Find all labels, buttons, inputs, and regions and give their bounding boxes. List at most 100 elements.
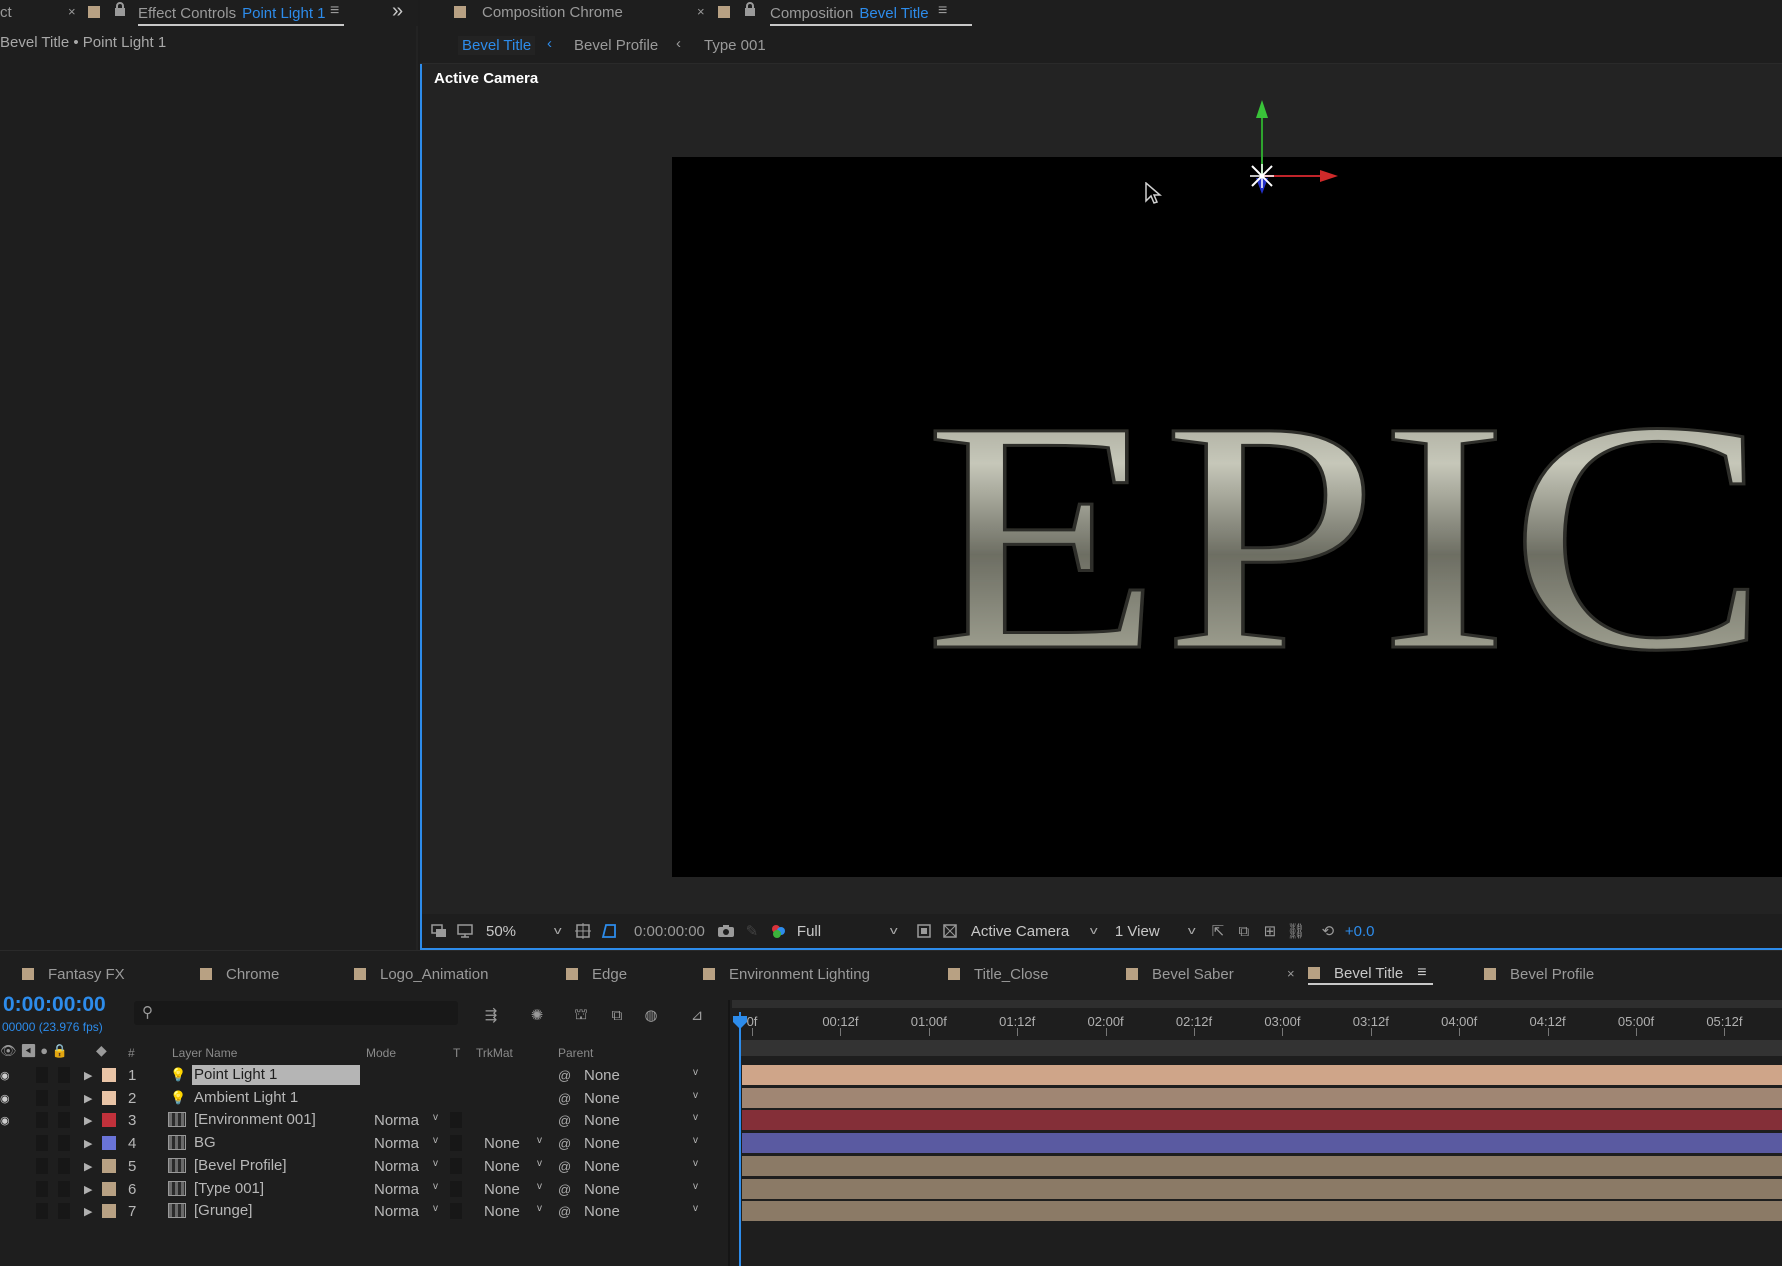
preserve-transparency-switch[interactable]	[450, 1112, 462, 1128]
layer-name[interactable]: Point Light 1	[192, 1065, 360, 1085]
parent-dropdown[interactable]: None v	[584, 1090, 698, 1107]
layer-duration-bar[interactable]	[742, 1110, 1782, 1130]
timeline-tab-bevel-profile[interactable]: Bevel Profile	[1484, 963, 1594, 985]
eye-icon[interactable]: ◉	[0, 1069, 12, 1082]
lock-icon[interactable]	[114, 2, 126, 20]
effect-controls-tab[interactable]: Effect Controls Point Light 1	[138, 2, 344, 26]
transparency-grid-icon[interactable]	[939, 920, 961, 942]
always-preview-icon[interactable]	[428, 920, 450, 942]
mode-dropdown[interactable]: Norma v	[374, 1181, 438, 1198]
layer-row[interactable]: ▶ 6 [Type 001] Norma v None v @ None v	[0, 1178, 728, 1200]
solo-switch[interactable]	[36, 1135, 48, 1151]
mode-dropdown[interactable]: Norma v	[374, 1203, 438, 1220]
close-icon[interactable]: ×	[697, 4, 705, 19]
reset-exposure-icon[interactable]: ⟲	[1317, 920, 1339, 942]
layer-duration-bar[interactable]	[742, 1156, 1782, 1176]
layer-name[interactable]: [Type 001]	[192, 1179, 360, 1199]
expand-arrow-icon[interactable]: ▶	[84, 1114, 92, 1127]
shy-layers-icon[interactable]: ⛫	[570, 1004, 592, 1026]
lock-switch[interactable]	[58, 1181, 70, 1197]
snapshot-camera-icon[interactable]	[715, 920, 737, 942]
nav-item-bevel-title[interactable]: Bevel Title	[458, 36, 536, 55]
comp-mini-flowchart-icon[interactable]: ⇶	[480, 1004, 502, 1026]
solo-switch[interactable]	[36, 1181, 48, 1197]
parent-dropdown[interactable]: None v	[584, 1135, 698, 1152]
mode-dropdown[interactable]: Norma v	[374, 1112, 438, 1129]
label-color-swatch[interactable]	[102, 1113, 116, 1127]
work-area-bar[interactable]	[740, 1040, 1782, 1056]
lock-switch[interactable]	[58, 1203, 70, 1219]
timeline-tab-fantasy-fx[interactable]: Fantasy FX	[22, 963, 125, 985]
timeline-tab-environment-lighting[interactable]: Environment Lighting	[703, 963, 870, 985]
flowchart-icon[interactable]: ⛓	[1285, 920, 1307, 942]
layer-name[interactable]: Ambient Light 1	[192, 1088, 360, 1108]
label-color-swatch[interactable]	[102, 1182, 116, 1196]
timeline-tab-edge[interactable]: Edge	[566, 963, 627, 985]
toggle-pixel-aspect-icon[interactable]: ⇱	[1207, 920, 1229, 942]
light-axis-gizmo[interactable]	[1234, 98, 1354, 208]
panel-menu-icon[interactable]: ≡	[1417, 964, 1426, 982]
layer-duration-bar[interactable]	[742, 1133, 1782, 1153]
solo-switch[interactable]	[36, 1158, 48, 1174]
label-color-swatch[interactable]	[102, 1091, 116, 1105]
expand-arrow-icon[interactable]: ▶	[84, 1092, 92, 1105]
viewer-timecode[interactable]: 0:00:00:00	[634, 923, 705, 940]
layer-name[interactable]: [Environment 001]	[192, 1110, 360, 1130]
zoom-dropdown[interactable]: 50% v	[480, 923, 561, 940]
expand-arrow-icon[interactable]: ▶	[84, 1137, 92, 1150]
layer-duration-bar[interactable]	[742, 1088, 1782, 1108]
pickwhip-icon[interactable]: @	[558, 1091, 571, 1106]
trkmat-dropdown[interactable]: None v	[484, 1181, 542, 1198]
layer-duration-bar[interactable]	[742, 1065, 1782, 1085]
pickwhip-icon[interactable]: @	[558, 1068, 571, 1083]
layer-duration-bar[interactable]	[742, 1179, 1782, 1199]
expand-arrow-icon[interactable]: ▶	[84, 1069, 92, 1082]
layer-name[interactable]: [Bevel Profile]	[192, 1156, 360, 1176]
trkmat-dropdown[interactable]: None v	[484, 1135, 542, 1152]
panel-menu-icon[interactable]: ≡	[330, 2, 339, 20]
label-color-swatch[interactable]	[102, 1159, 116, 1173]
solo-switch[interactable]	[36, 1067, 48, 1083]
composition-canvas[interactable]: EPIC	[672, 157, 1782, 877]
layer-row[interactable]: ▶ 7 [Grunge] Norma v None v @ None v	[0, 1200, 728, 1222]
timeline-tab-logo-animation[interactable]: Logo_Animation	[354, 963, 488, 985]
label-color-swatch[interactable]	[102, 1136, 116, 1150]
preserve-transparency-switch[interactable]	[450, 1203, 462, 1219]
label-color-swatch[interactable]	[102, 1204, 116, 1218]
layer-name[interactable]: [Grunge]	[192, 1201, 360, 1221]
pickwhip-icon[interactable]: @	[558, 1182, 571, 1197]
parent-dropdown[interactable]: None v	[584, 1203, 698, 1220]
motion-blur-icon[interactable]: ◍	[640, 1004, 662, 1026]
col-layer-name-header[interactable]: Layer Name	[172, 1046, 237, 1060]
playhead[interactable]	[739, 1012, 741, 1266]
layer-duration-bar[interactable]	[742, 1201, 1782, 1221]
camera-view-dropdown[interactable]: Active Camera v	[971, 923, 1098, 940]
timeline-tab-bevel-saber[interactable]: Bevel Saber	[1126, 963, 1234, 985]
layer-row[interactable]: ▶ 5 [Bevel Profile] Norma v None v @ None v	[0, 1155, 728, 1177]
parent-dropdown[interactable]: None v	[584, 1067, 698, 1084]
solo-switch[interactable]	[36, 1090, 48, 1106]
fast-previews-icon[interactable]: ⧉	[1233, 920, 1255, 942]
tab-composition-chrome[interactable]: Composition Chrome	[482, 4, 623, 21]
layer-search-input[interactable]: ⚲	[134, 1001, 458, 1025]
nav-item-bevel-profile[interactable]: Bevel Profile	[574, 37, 658, 54]
trkmat-dropdown[interactable]: None v	[484, 1203, 542, 1220]
show-snapshot-icon[interactable]: ✎	[741, 920, 763, 942]
timeline-timecode[interactable]: 0:00:00:00	[3, 993, 106, 1017]
pickwhip-icon[interactable]: @	[558, 1159, 571, 1174]
draft-3d-icon[interactable]: ✺	[526, 1004, 548, 1026]
panel-menu-icon[interactable]: ≡	[938, 2, 947, 20]
expand-arrow-icon[interactable]: ▶	[84, 1160, 92, 1173]
preserve-transparency-switch[interactable]	[450, 1181, 462, 1197]
layer-name[interactable]: BG	[192, 1133, 360, 1153]
pickwhip-icon[interactable]: @	[558, 1113, 571, 1128]
expand-panels-icon[interactable]: »	[392, 0, 403, 23]
mask-visibility-icon[interactable]	[598, 920, 620, 942]
layer-row[interactable]: ◉ ▶ 3 [Environment 001] Norma v @ None v	[0, 1109, 728, 1131]
close-icon[interactable]: ×	[68, 4, 76, 19]
lock-switch[interactable]	[58, 1158, 70, 1174]
label-color-swatch[interactable]	[102, 1068, 116, 1082]
preserve-transparency-switch[interactable]	[450, 1158, 462, 1174]
timeline-tab-chrome[interactable]: Chrome	[200, 963, 279, 985]
expand-arrow-icon[interactable]: ▶	[84, 1205, 92, 1218]
